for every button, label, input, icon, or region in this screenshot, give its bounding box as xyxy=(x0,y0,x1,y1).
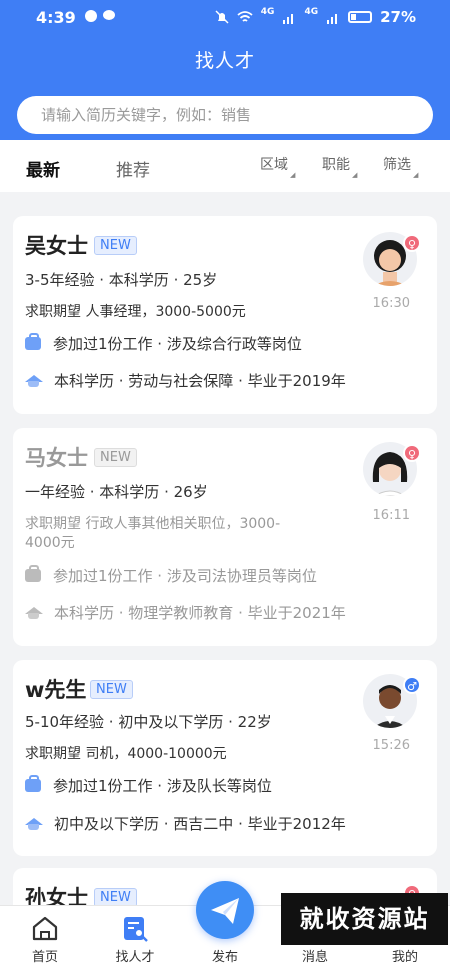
post-time: 16:11 xyxy=(372,508,410,523)
briefcase-icon xyxy=(25,775,41,792)
graduation-cap-icon xyxy=(25,818,43,830)
filter-bar: 最新 推荐 区域◢ 职能◢ 筛选◢ xyxy=(0,140,450,192)
app-header: 4:39 4G 4G 27% 找人才 请输入简历关键字，例如：销售 xyxy=(0,0,450,140)
work-history: 参加过1份工作 · 涉及综合行政等岗位 xyxy=(25,333,302,354)
dropdown-triangle-icon: ◢ xyxy=(413,171,419,179)
briefcase-icon xyxy=(25,333,41,350)
status-time: 4:39 xyxy=(36,8,76,27)
candidate-card[interactable]: 吴女士 NEW 3-5年经验 · 本科学历 · 25岁 求职期望 人事经理，30… xyxy=(13,216,437,414)
work-history: 参加过1份工作 · 涉及司法协理员等岗位 xyxy=(25,565,317,586)
candidate-name: w先生 xyxy=(25,678,87,702)
find-talent-icon xyxy=(124,917,148,942)
filter-more-label: 筛选 xyxy=(383,157,411,173)
signal-a-icon xyxy=(283,13,294,24)
candidate-name: 马女士 xyxy=(25,446,88,470)
tab-latest[interactable]: 最新 xyxy=(26,156,60,181)
nav-messages-label: 消息 xyxy=(301,950,328,965)
page-title: 找人才 xyxy=(194,50,255,72)
signal-b-label: 4G xyxy=(304,7,319,17)
dropdown-triangle-icon: ◢ xyxy=(290,171,296,179)
briefcase-icon xyxy=(25,565,41,582)
work-history-text: 参加过1份工作 · 涉及队长等岗位 xyxy=(53,777,272,795)
notification-icons xyxy=(84,9,116,23)
search-input[interactable]: 请输入简历关键字，例如：销售 xyxy=(17,96,433,134)
filter-region-label: 区域 xyxy=(260,157,288,173)
education: 本科学历 · 劳动与社会保障 · 毕业于2019年 xyxy=(25,370,346,391)
new-badge: NEW xyxy=(94,448,137,467)
job-expectation-cont: 4000元 xyxy=(25,535,75,551)
candidate-summary: 5-10年经验 · 初中及以下学历 · 22岁 xyxy=(25,713,272,731)
candidate-name: 吴女士 xyxy=(25,234,88,258)
watermark: 就收资源站 xyxy=(281,893,448,945)
post-time: 16:30 xyxy=(372,296,410,311)
education: 本科学历 · 物理学教师教育 · 毕业于2021年 xyxy=(25,602,346,623)
chat-bubble-icon xyxy=(103,10,115,20)
post-time: 15:26 xyxy=(372,738,410,753)
signal-a-label: 4G xyxy=(260,7,275,17)
education-text: 初中及以下学历 · 西吉二中 · 毕业于2012年 xyxy=(54,815,346,833)
education-text: 本科学历 · 劳动与社会保障 · 毕业于2019年 xyxy=(54,372,346,390)
work-history-text: 参加过1份工作 · 涉及司法协理员等岗位 xyxy=(53,567,317,585)
new-badge: NEW xyxy=(90,680,133,699)
education: 初中及以下学历 · 西吉二中 · 毕业于2012年 xyxy=(25,813,346,834)
dropdown-triangle-icon: ◢ xyxy=(352,171,358,179)
status-right: 4G 4G 27% xyxy=(215,7,416,26)
work-history-text: 参加过1份工作 · 涉及综合行政等岗位 xyxy=(53,335,302,353)
job-expectation: 求职期望 人事经理，3000-5000元 xyxy=(25,304,246,320)
male-icon: ♂ xyxy=(403,676,421,694)
publish-icon xyxy=(211,898,239,924)
status-bar: 4:39 4G 4G 27% xyxy=(0,0,450,34)
nav-profile-label: 我的 xyxy=(391,950,418,965)
job-expectation: 求职期望 行政人事其他相关职位，3000- xyxy=(25,516,281,532)
filter-function[interactable]: 职能◢ xyxy=(322,154,357,179)
filter-region[interactable]: 区域◢ xyxy=(260,154,295,179)
job-expectation: 求职期望 司机，4000-10000元 xyxy=(25,746,227,762)
battery-icon xyxy=(348,11,373,23)
wifi-icon xyxy=(237,10,253,22)
new-badge: NEW xyxy=(94,236,137,255)
candidate-summary: 一年经验 · 本科学历 · 26岁 xyxy=(25,483,208,501)
publish-button[interactable] xyxy=(196,881,254,939)
nav-home-label: 首页 xyxy=(31,950,58,965)
nav-find-talent-label: 找人才 xyxy=(115,950,155,965)
candidate-card[interactable]: w先生 NEW 5-10年经验 · 初中及以下学历 · 22岁 求职期望 司机，… xyxy=(13,660,437,856)
female-icon: ♀ xyxy=(403,234,421,252)
candidate-card[interactable]: 马女士 NEW 一年经验 · 本科学历 · 26岁 求职期望 行政人事其他相关职… xyxy=(13,428,437,646)
tab-recommend[interactable]: 推荐 xyxy=(116,156,150,181)
mute-bell-icon xyxy=(215,10,229,24)
signal-b-icon xyxy=(327,13,338,24)
battery-level: 27% xyxy=(380,8,416,26)
female-icon: ♀ xyxy=(403,444,421,462)
filter-more[interactable]: 筛选◢ xyxy=(383,154,418,179)
education-text: 本科学历 · 物理学教师教育 · 毕业于2021年 xyxy=(54,604,346,622)
nav-publish-label: 发布 xyxy=(211,950,238,965)
filter-function-label: 职能 xyxy=(322,157,350,173)
candidate-summary: 3-5年经验 · 本科学历 · 25岁 xyxy=(25,271,218,289)
graduation-cap-icon xyxy=(25,375,43,387)
notification-dot-icon xyxy=(85,10,97,22)
search-placeholder: 请输入简历关键字，例如：销售 xyxy=(41,106,252,124)
home-icon xyxy=(32,916,58,941)
graduation-cap-icon xyxy=(25,607,43,619)
work-history: 参加过1份工作 · 涉及队长等岗位 xyxy=(25,775,272,796)
